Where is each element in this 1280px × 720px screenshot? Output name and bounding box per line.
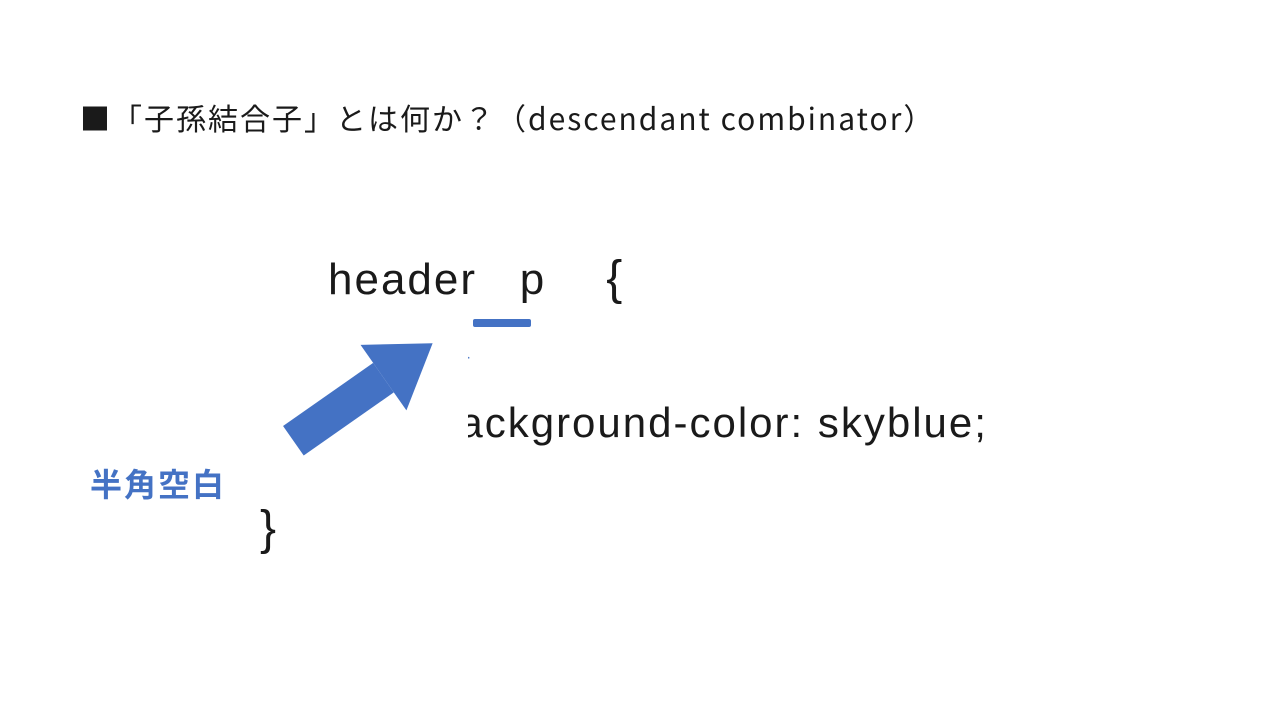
selector-space: [477, 254, 520, 307]
annotation-label: 半角空白: [90, 460, 226, 506]
slide-title: ■「子孫結合子」とは何か？（descendant combinator）: [80, 95, 935, 139]
space-underline: [473, 319, 531, 327]
code-line-selector: header p {: [328, 250, 624, 308]
arrow-icon: [258, 312, 468, 472]
open-brace: {: [606, 250, 624, 308]
close-brace: }: [260, 500, 278, 558]
code-line-declaration: background-color: skyblue;: [434, 398, 988, 448]
selector-header: header: [328, 254, 477, 307]
selector-p: p: [520, 254, 546, 307]
slide: ■「子孫結合子」とは何か？（descendant combinator） hea…: [0, 0, 1280, 720]
